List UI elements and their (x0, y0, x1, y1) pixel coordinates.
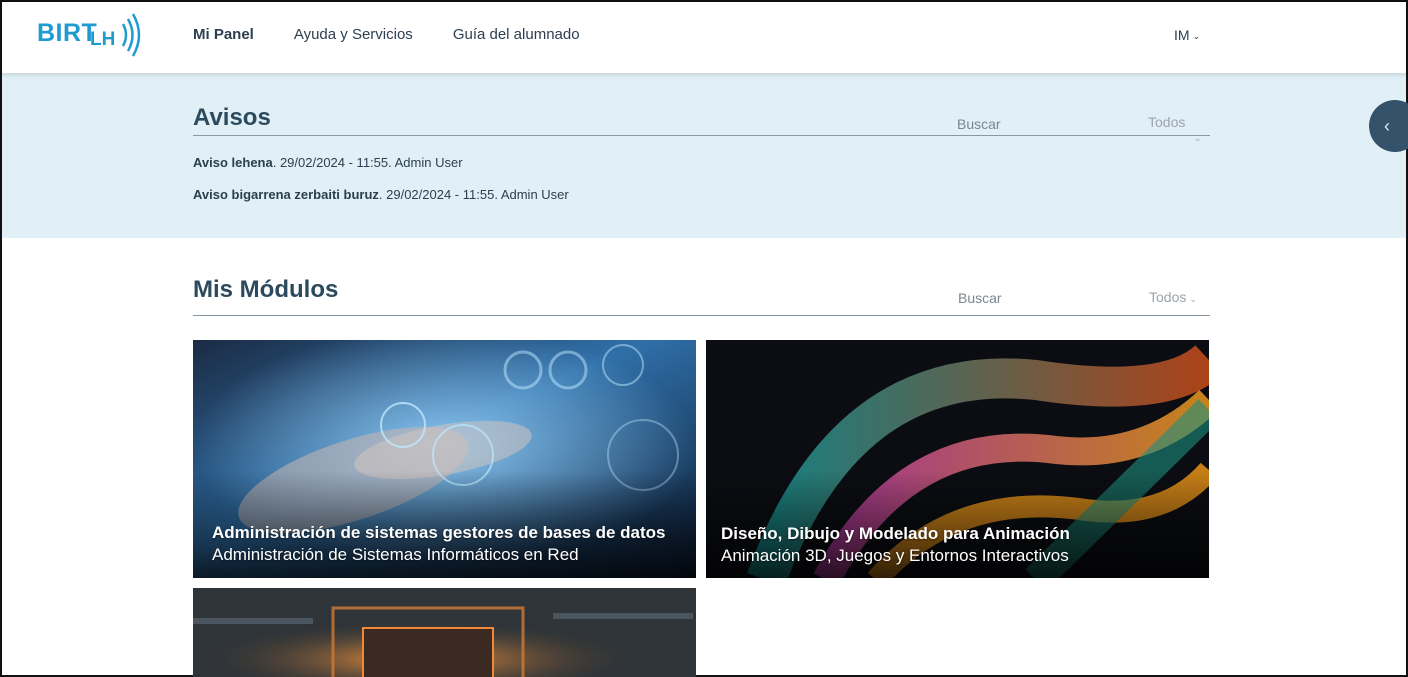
aviso-item[interactable]: Aviso bigarrena zerbaiti buruz. 29/02/20… (193, 187, 569, 202)
nav-ayuda-servicios[interactable]: Ayuda y Servicios (294, 26, 413, 43)
user-initials: IM (1174, 27, 1190, 43)
module-card[interactable]: Diseño, Dibujo y Modelado para Animación… (706, 340, 1209, 578)
module-card-subtitle: Administración de Sistemas Informáticos … (212, 545, 579, 564)
aviso-title: Aviso lehena (193, 155, 273, 170)
module-card-title: Administración de sistemas gestores de b… (212, 523, 666, 542)
modulos-search-input[interactable] (958, 290, 1128, 306)
module-card-image (193, 588, 696, 677)
nav-mi-panel[interactable]: Mi Panel (193, 26, 254, 43)
aviso-title: Aviso bigarrena zerbaiti buruz (193, 187, 379, 202)
avisos-filter-select[interactable]: Todos (1148, 114, 1185, 130)
nav-guia-alumnado[interactable]: Guía del alumnado (453, 26, 580, 43)
modulos-divider (193, 315, 1210, 316)
main-nav: Mi Panel Ayuda y Servicios Guía del alum… (193, 26, 620, 43)
avisos-divider (193, 135, 1210, 136)
aviso-meta: . 29/02/2024 - 11:55. Admin User (378, 187, 569, 202)
modulos-title: Mis Módulos (193, 276, 339, 303)
logo-waves-icon (121, 13, 141, 57)
aviso-meta: . 29/02/2024 - 11:55. Admin User (272, 155, 463, 170)
logo-text: BIRT (37, 19, 98, 47)
module-card[interactable] (193, 588, 696, 677)
module-card-subtitle: Animación 3D, Juegos y Entornos Interact… (721, 546, 1069, 565)
module-card-title: Diseño, Dibujo y Modelado para Animación (721, 524, 1070, 543)
avisos-search-input[interactable] (957, 116, 1127, 132)
chevron-left-icon: ‹ (1384, 116, 1390, 136)
aviso-item[interactable]: Aviso lehena. 29/02/2024 - 11:55. Admin … (193, 155, 463, 170)
chevron-down-icon: ⌄ (1189, 294, 1197, 304)
modulos-filter-label: Todos (1149, 289, 1187, 305)
chevron-down-icon: ⌄ (1192, 31, 1201, 41)
avisos-filter-label: Todos (1148, 114, 1186, 130)
module-card[interactable]: Administración de sistemas gestores de b… (193, 340, 696, 578)
user-menu[interactable]: IM ⌄ (1174, 27, 1200, 43)
birtlh-logo[interactable]: BIRT LH (37, 10, 147, 60)
top-navbar: BIRT LH Mi Panel Ayuda y Servicios Guía … (2, 2, 1406, 73)
avisos-panel: Avisos Todos ⌄ Aviso lehena. 29/02/2024 … (2, 73, 1406, 238)
avisos-title: Avisos (193, 104, 271, 131)
modulos-filter-select[interactable]: Todos ⌄ (1149, 289, 1197, 305)
logo-subtext: LH (90, 29, 116, 50)
